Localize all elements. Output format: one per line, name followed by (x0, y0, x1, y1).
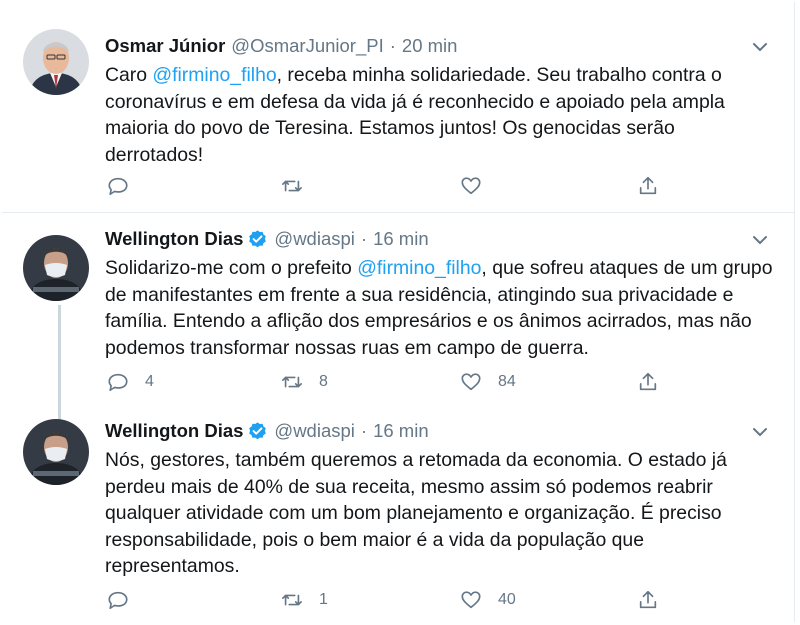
author-name[interactable]: Wellington Dias (105, 228, 243, 250)
separator-dot: · (360, 228, 368, 249)
retweet-button[interactable] (281, 173, 319, 199)
reply-count: 4 (145, 373, 154, 390)
thread-connector (58, 305, 61, 423)
timestamp[interactable]: 16 min (373, 420, 429, 442)
reply-icon (108, 591, 128, 610)
tweet-text-segment: Caro (105, 64, 153, 86)
retweet-icon (282, 594, 302, 606)
share-icon (639, 372, 657, 391)
like-button[interactable]: 40 (460, 587, 516, 613)
share-icon (639, 590, 657, 609)
reply-button[interactable] (107, 587, 145, 613)
tweet-actions (105, 173, 665, 199)
author-handle[interactable]: @wdiaspi (274, 420, 354, 442)
tweet-text-segment: Nós, gestores, também queremos a retomad… (105, 449, 727, 577)
like-button[interactable] (460, 173, 498, 199)
like-count: 40 (498, 591, 516, 608)
retweet-count: 8 (319, 373, 328, 390)
tweet-header: Wellington Dias @wdiaspi · 16 min (105, 418, 429, 444)
retweet-button[interactable]: 8 (281, 369, 328, 395)
chevron-down-icon[interactable] (751, 231, 769, 249)
reply-icon (108, 177, 128, 196)
reply-icon (108, 373, 128, 392)
tweet[interactable]: Osmar Júnior @OsmarJunior_PI · 20 min Ca… (2, 2, 795, 213)
timeline: Osmar Júnior @OsmarJunior_PI · 20 min Ca… (2, 2, 795, 622)
chevron-down-icon[interactable] (751, 38, 769, 56)
author-handle[interactable]: @OsmarJunior_PI (231, 35, 383, 57)
timestamp[interactable]: 20 min (402, 35, 458, 57)
tweet-text: Caro @firmino_filho, receba minha solida… (105, 62, 777, 168)
avatar[interactable] (23, 29, 89, 95)
author-name[interactable]: Osmar Júnior (105, 35, 225, 57)
heart-icon (461, 373, 481, 391)
retweet-icon (282, 376, 302, 388)
reply-button[interactable]: 4 (107, 369, 154, 395)
tweet-header: Osmar Júnior @OsmarJunior_PI · 20 min (105, 33, 457, 59)
retweet-count: 1 (319, 591, 328, 608)
separator-dot: · (360, 420, 368, 441)
separator-dot: · (389, 35, 396, 56)
tweet-text-segment: Solidarizo-me com o prefeito (105, 257, 358, 279)
tweet[interactable]: Wellington Dias @wdiaspi · 16 min Solida… (2, 213, 795, 423)
share-button[interactable] (637, 587, 659, 613)
verified-badge-icon (249, 421, 267, 439)
share-icon (639, 176, 657, 195)
mention-link[interactable]: @firmino_filho (357, 257, 481, 279)
tweet-header: Wellington Dias @wdiaspi · 16 min (105, 226, 429, 252)
author-name[interactable]: Wellington Dias (105, 420, 243, 442)
heart-icon (461, 591, 481, 609)
like-button[interactable]: 84 (460, 369, 516, 395)
avatar[interactable] (23, 235, 89, 301)
tweet-actions: 1 40 (105, 587, 665, 613)
like-count: 84 (498, 373, 516, 390)
share-button[interactable] (637, 369, 659, 395)
tweet[interactable]: Wellington Dias @wdiaspi · 16 min Nós, g… (2, 409, 795, 622)
avatar[interactable] (23, 419, 89, 485)
heart-icon (461, 177, 481, 195)
verified-badge-icon (249, 229, 267, 247)
retweet-button[interactable]: 1 (281, 587, 328, 613)
retweet-icon (282, 180, 302, 192)
tweet-text: Solidarizo-me com o prefeito @firmino_fi… (105, 255, 777, 361)
tweet-actions: 4 8 84 (105, 369, 665, 395)
tweet-text: Nós, gestores, também queremos a retomad… (105, 447, 777, 580)
reply-button[interactable] (107, 173, 145, 199)
mention-link[interactable]: @firmino_filho (152, 64, 276, 86)
author-handle[interactable]: @wdiaspi (274, 228, 354, 250)
chevron-down-icon[interactable] (751, 423, 769, 441)
timestamp[interactable]: 16 min (373, 228, 429, 250)
share-button[interactable] (637, 173, 659, 199)
